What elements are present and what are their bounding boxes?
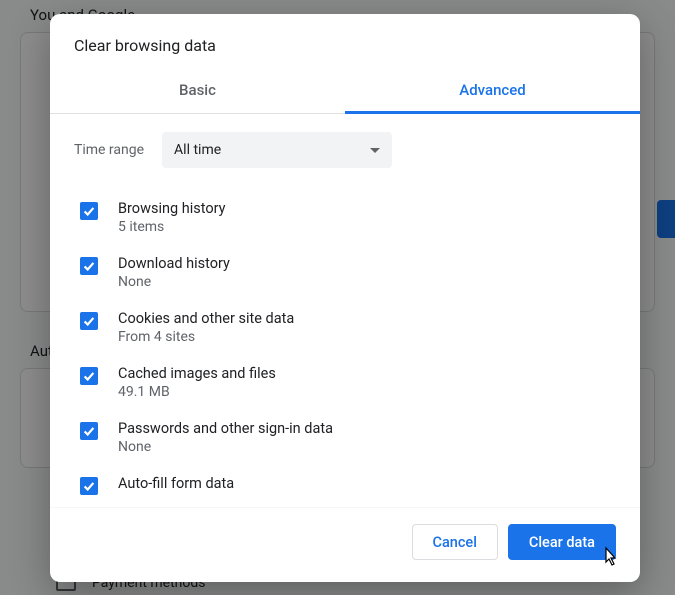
- checkbox-autofill[interactable]: [80, 477, 98, 495]
- clear-browsing-data-dialog: Clear browsing data Basic Advanced Time …: [50, 14, 640, 582]
- clear-data-button[interactable]: Clear data: [508, 524, 616, 560]
- check-icon: [82, 259, 96, 273]
- check-icon: [82, 204, 96, 218]
- cancel-button[interactable]: Cancel: [412, 524, 498, 560]
- dialog-footer: Cancel Clear data: [50, 507, 640, 582]
- dialog-title: Clear browsing data: [50, 14, 640, 69]
- item-text: Passwords and other sign-in data None: [118, 420, 333, 455]
- item-text: Browsing history 5 items: [118, 200, 226, 235]
- item-title: Cookies and other site data: [118, 310, 294, 327]
- tab-basic[interactable]: Basic: [50, 69, 345, 113]
- time-range-value: All time: [174, 142, 221, 158]
- checkbox-cache[interactable]: [80, 367, 98, 385]
- item-sub: None: [118, 439, 333, 455]
- list-item: Cached images and files 49.1 MB: [74, 355, 616, 410]
- time-range-row: Time range All time: [74, 132, 616, 168]
- item-sub: 49.1 MB: [118, 384, 276, 400]
- item-sub: 5 items: [118, 219, 226, 235]
- item-text: Auto-fill form data: [118, 475, 234, 492]
- item-sub: From 4 sites: [118, 329, 294, 345]
- checkbox-download-history[interactable]: [80, 257, 98, 275]
- tabs: Basic Advanced: [50, 69, 640, 114]
- item-title: Download history: [118, 255, 230, 272]
- dialog-content: Time range All time Browsing history 5 i…: [50, 114, 640, 507]
- chevron-down-icon: [370, 148, 380, 153]
- item-title: Browsing history: [118, 200, 226, 217]
- checkbox-cookies[interactable]: [80, 312, 98, 330]
- checkbox-browsing-history[interactable]: [80, 202, 98, 220]
- list-item: Cookies and other site data From 4 sites: [74, 300, 616, 355]
- item-text: Cached images and files 49.1 MB: [118, 365, 276, 400]
- list-item: Passwords and other sign-in data None: [74, 410, 616, 465]
- list-item: Browsing history 5 items: [74, 190, 616, 245]
- tab-advanced[interactable]: Advanced: [345, 69, 640, 113]
- checkbox-passwords[interactable]: [80, 422, 98, 440]
- item-text: Cookies and other site data From 4 sites: [118, 310, 294, 345]
- time-range-select[interactable]: All time: [162, 132, 392, 168]
- list-item: Download history None: [74, 245, 616, 300]
- time-range-label: Time range: [74, 142, 144, 158]
- data-type-list: Browsing history 5 items Download histor…: [74, 190, 616, 505]
- check-icon: [82, 479, 96, 493]
- item-text: Download history None: [118, 255, 230, 290]
- list-item: Auto-fill form data: [74, 465, 616, 505]
- item-title: Auto-fill form data: [118, 475, 234, 492]
- check-icon: [82, 369, 96, 383]
- item-sub: None: [118, 274, 230, 290]
- check-icon: [82, 424, 96, 438]
- item-title: Passwords and other sign-in data: [118, 420, 333, 437]
- item-title: Cached images and files: [118, 365, 276, 382]
- check-icon: [82, 314, 96, 328]
